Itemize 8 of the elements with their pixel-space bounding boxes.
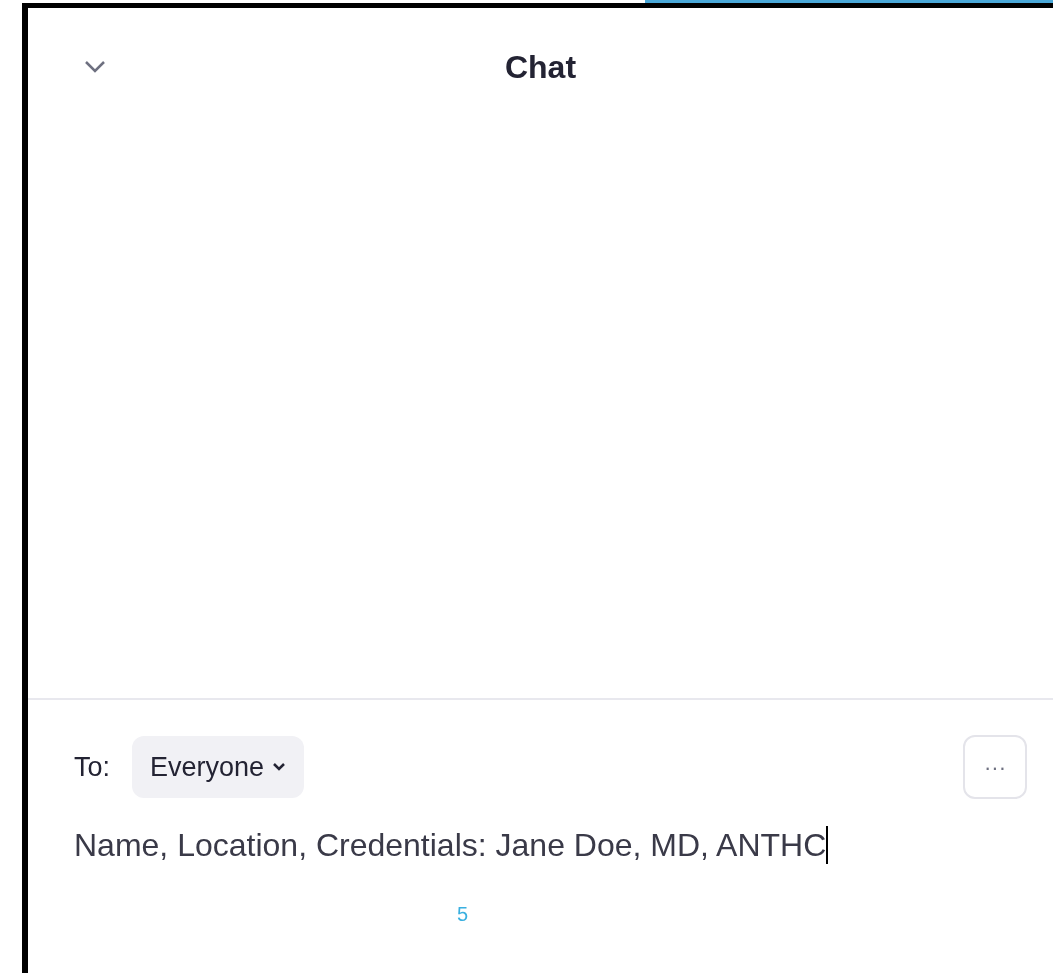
more-button[interactable]: ··· (963, 735, 1027, 799)
collapse-chevron-icon[interactable] (84, 60, 106, 74)
recipient-label: To: (74, 750, 111, 784)
recipient-dropdown[interactable]: Everyone (132, 736, 305, 798)
message-input[interactable]: Name, Location, Credentials: Jane Doe, MD, ANTHC (28, 821, 1053, 869)
annotation-number: 5 (457, 902, 470, 927)
panel-title: Chat (504, 48, 577, 87)
caret-icon (272, 762, 287, 772)
